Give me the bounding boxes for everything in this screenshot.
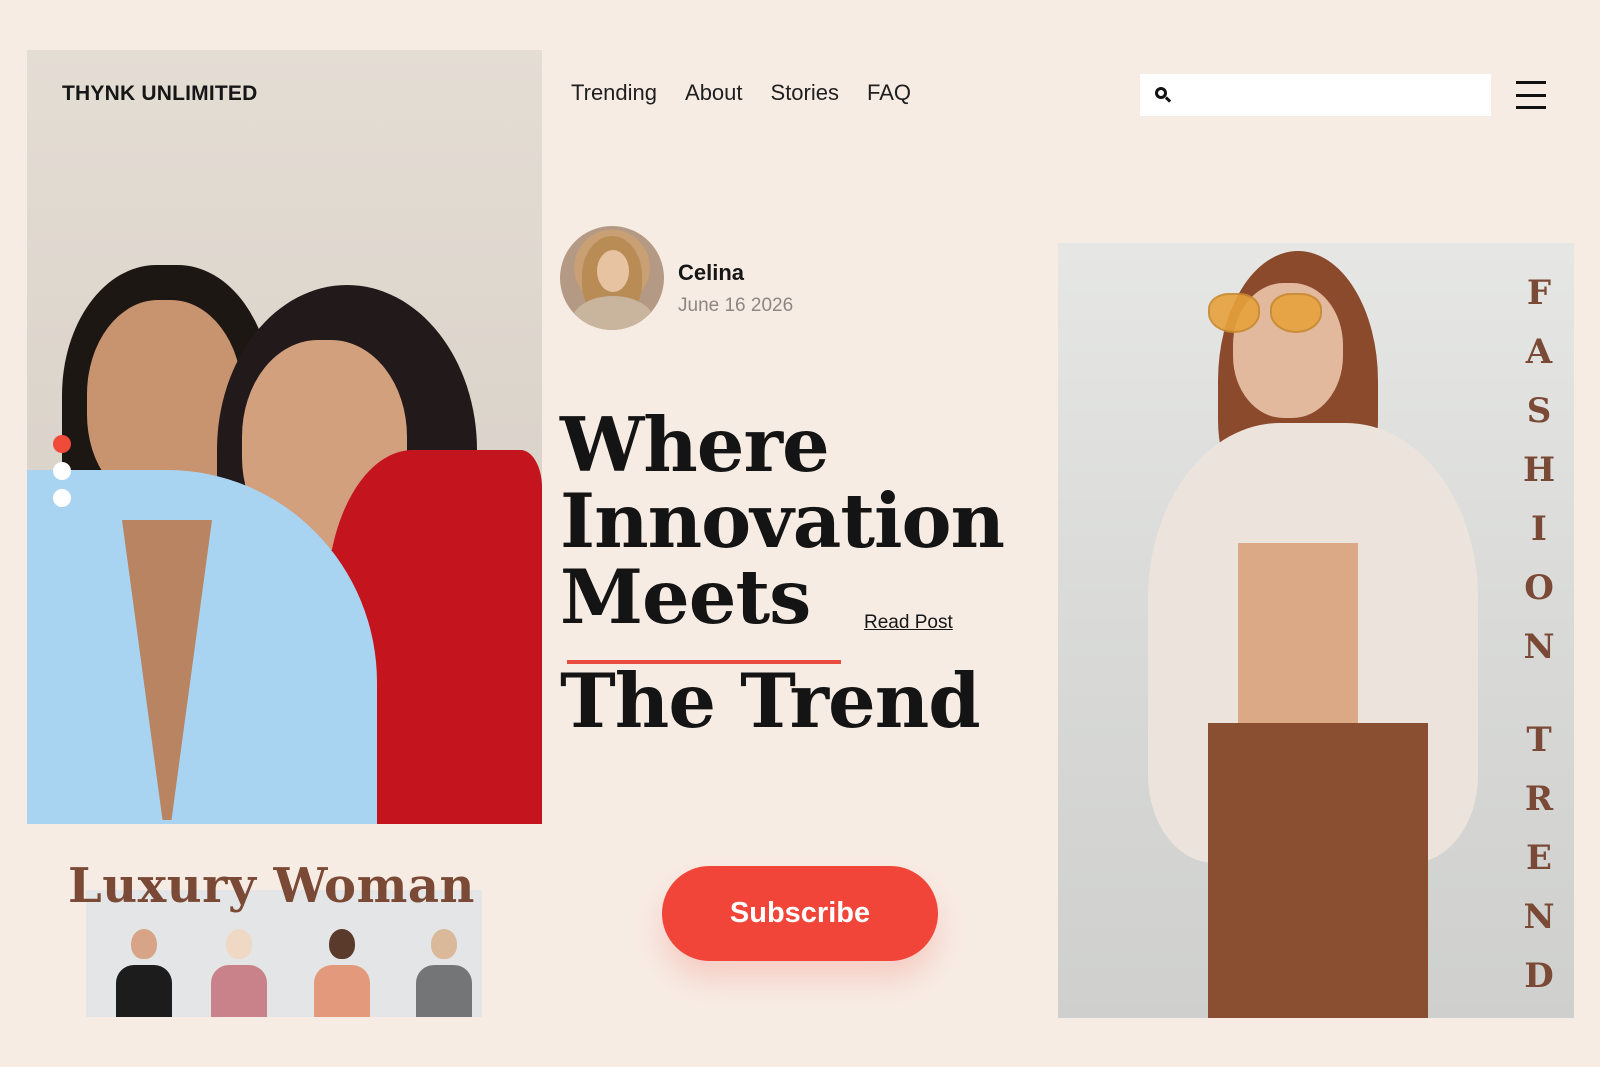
headline-divider xyxy=(567,660,841,664)
post-date: June 16 2026 xyxy=(678,295,794,316)
figure-1 xyxy=(116,929,172,1017)
side-text-letter: S xyxy=(1526,391,1552,431)
subscribe-button[interactable]: Subscribe xyxy=(662,866,938,961)
figure-4 xyxy=(416,929,472,1017)
search-bar xyxy=(1140,74,1491,116)
hamburger-menu-icon[interactable] xyxy=(1516,81,1546,109)
hero-right-image xyxy=(1058,243,1574,1018)
vertical-side-text: FASHIONTREND xyxy=(1512,264,1566,1006)
side-text-letter: I xyxy=(1531,509,1547,549)
read-post-link[interactable]: Read Post xyxy=(864,612,953,634)
side-text-letter: T xyxy=(1526,720,1552,760)
author-avatar xyxy=(560,226,664,330)
hero-left-image xyxy=(27,50,542,824)
side-text-letter: N xyxy=(1523,627,1555,667)
brown-skirt xyxy=(1208,723,1428,1018)
side-text-letter: H xyxy=(1522,450,1556,490)
main-nav: Trending About Stories FAQ xyxy=(571,80,911,106)
side-text-letter: F xyxy=(1526,273,1552,313)
carousel-dot-3[interactable] xyxy=(53,489,71,507)
side-text-letter: D xyxy=(1524,956,1554,996)
nav-faq[interactable]: FAQ xyxy=(867,80,911,106)
nav-stories[interactable]: Stories xyxy=(771,80,839,106)
carousel-dot-2[interactable] xyxy=(53,462,71,480)
carousel-dot-1[interactable] xyxy=(53,435,71,453)
headline-line-4: The Trend xyxy=(560,657,981,745)
figure-3 xyxy=(314,929,370,1017)
side-text-letter: A xyxy=(1525,332,1553,372)
sunglasses xyxy=(1208,293,1328,335)
side-text-letter: O xyxy=(1524,568,1554,608)
brand-logo[interactable]: THYNK UNLIMITED xyxy=(62,82,258,106)
luxury-woman-title: Luxury Woman xyxy=(68,858,475,914)
author-name: Celina xyxy=(678,260,745,285)
side-text-letter: E xyxy=(1526,838,1552,878)
nav-about[interactable]: About xyxy=(685,80,743,106)
headline-line-2: Innovation xyxy=(560,477,1005,565)
figure-2 xyxy=(211,929,267,1017)
side-text-letter: R xyxy=(1524,779,1554,819)
side-text-letter: N xyxy=(1523,897,1555,937)
headline-line-1: Where xyxy=(560,401,830,489)
search-input[interactable] xyxy=(1172,74,1491,116)
search-icon[interactable] xyxy=(1154,86,1172,104)
carousel-dots xyxy=(53,435,71,507)
hero-headline: Where Innovation Meets The Trend xyxy=(560,401,1005,745)
nav-trending[interactable]: Trending xyxy=(571,80,657,106)
